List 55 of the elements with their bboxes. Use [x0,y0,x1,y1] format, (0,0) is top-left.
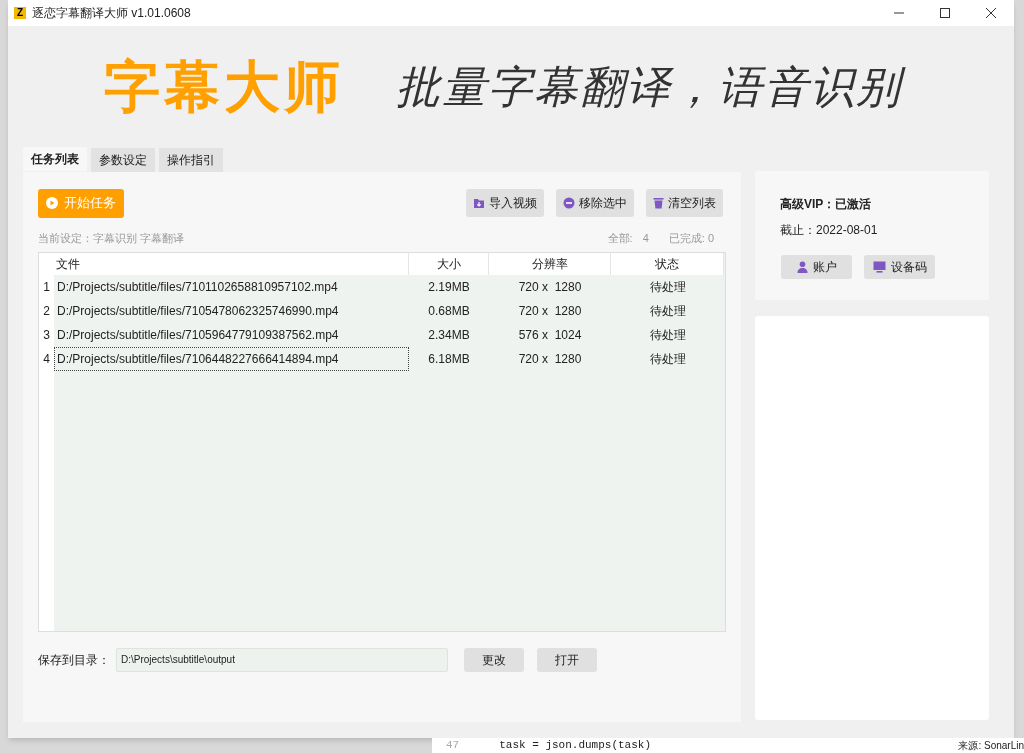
column-header[interactable]: 分辨率 [489,253,611,275]
file-cell[interactable]: D:/Projects/subtitle/files/7101102658810957102.mp4 [54,275,409,299]
toolbar-button[interactable]: 清空列表 [646,189,723,217]
table-cell-text: 720 x 1280 [517,303,583,320]
table-cell-text: 720 x 1280 [517,279,583,296]
user-icon [796,261,808,273]
total-count: 4 [642,230,649,246]
current-settings: 当前设定：字幕识别 字幕翻译 [38,230,185,246]
table-cell-text: 2.34MB [427,327,471,344]
table-cell-text: 待处理 [648,327,687,344]
source-text: 来源: SonarLin [958,739,1024,752]
file-cell[interactable]: D:/Projects/subtitle/files/7105964779109387562.mp4 [54,323,409,347]
vip-status: 高级VIP：已激活 [780,196,873,213]
table-cell-text: 待处理 [648,303,687,320]
tab[interactable]: 任务列表 [23,147,87,171]
vip-button[interactable]: 账户 [781,255,852,279]
table-cell-text: 2.19MB [427,279,471,296]
column-header[interactable]: 大小 [409,253,489,275]
toolbar-button[interactable]: 移除选中 [556,189,634,217]
toolbar-button[interactable]: 导入视频 [466,189,544,217]
output-button[interactable]: 更改 [464,648,524,672]
tab[interactable]: 操作指引 [159,148,223,172]
trash-icon [653,197,664,209]
row-number: 4 [42,351,51,368]
row-number: 3 [42,327,51,344]
output-path-field[interactable]: D:\Projects\subtitle\output [116,648,448,672]
total-label: 全部: [607,230,633,246]
table-cell-text: 待处理 [648,279,687,296]
done-count: 已完成: 0 [668,230,714,246]
table-cell-text: 待处理 [648,351,687,368]
row-number: 1 [42,279,51,296]
vip-expiry: 截止：2022-08-01 [780,222,879,239]
table-cell-text: 576 x 1024 [517,327,583,344]
file-cell[interactable]: D:/Projects/subtitle/files/7105478062325746990.mp4 [54,299,409,323]
output-button[interactable]: 打开 [537,648,597,672]
row-number: 2 [42,303,51,320]
app-icon: Z [14,7,26,19]
column-header[interactable]: 状态 [611,253,724,275]
slogan: 批量字幕翻译，语音识别 [396,56,914,117]
file-cell[interactable]: D:/Projects/subtitle/files/7106448227666414894.mp4 [54,347,409,371]
window-title: 逐恋字幕翻译大师 v1.01.0608 [32,5,191,22]
output-label: 保存到目录： [38,652,110,669]
table-cell-text: 0.68MB [427,303,471,320]
table-cell-text: 720 x 1280 [517,351,583,368]
line-number: 47 [446,739,460,752]
table-cell-text: 6.18MB [427,351,471,368]
monitor-icon [872,261,886,273]
code-line: task = json.dumps(task) [499,739,652,752]
minus-circle-icon [563,197,575,209]
folder-icon [473,197,485,209]
column-header[interactable]: 文件 [54,253,409,275]
brand-title: 字幕大师 [104,53,344,120]
vip-button[interactable]: 设备码 [864,255,935,279]
play-circle-icon [46,197,58,209]
tab[interactable]: 参数设定 [91,148,155,172]
